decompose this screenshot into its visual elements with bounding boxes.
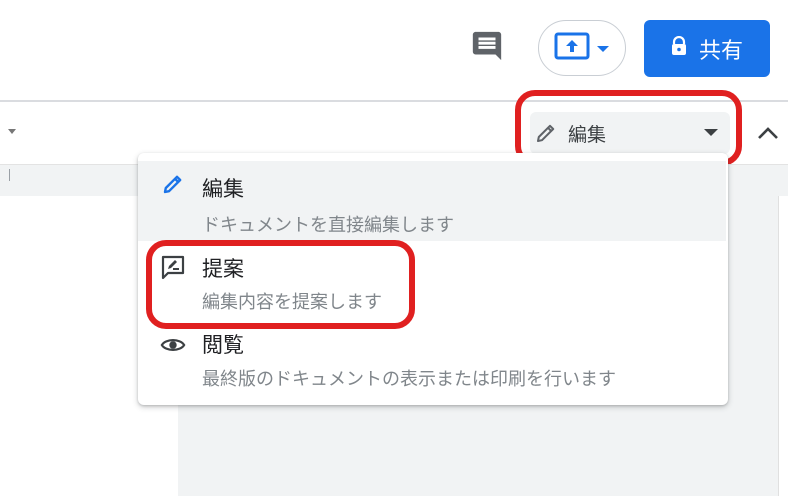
menu-item-title: 閲覧 [202, 333, 244, 357]
present-icon [554, 32, 590, 64]
present-button[interactable] [538, 20, 626, 76]
menu-item-description: 編集内容を提案します [202, 292, 382, 313]
collapse-menus-button[interactable] [754, 120, 782, 148]
suggest-icon [160, 254, 186, 280]
lock-icon [671, 35, 687, 62]
chevron-down-icon [704, 129, 718, 136]
comment-history-button[interactable] [466, 28, 508, 68]
editing-mode-select[interactable]: 編集 [530, 112, 730, 154]
menu-item-description: 最終版のドキュメントの表示または印刷を行います [202, 369, 616, 390]
header-divider [0, 100, 788, 102]
chevron-up-icon [757, 125, 779, 144]
menu-item-title: 提案 [202, 257, 244, 281]
menu-item-suggest[interactable]: 提案 編集内容を提案します [138, 241, 728, 319]
menu-item-view[interactable]: 閲覧 最終版のドキュメントの表示または印刷を行います [138, 319, 728, 399]
menu-item-edit[interactable]: 編集 ドキュメントを直接編集します [138, 161, 726, 241]
editing-mode-value: 編集 [568, 123, 607, 146]
toolbar-caret-icon[interactable] [8, 129, 16, 134]
comment-icon [470, 29, 504, 67]
chevron-down-icon [596, 39, 610, 58]
editing-mode-menu: 編集 ドキュメントを直接編集します 提案 編集内容を提案します 閲覧 最終版のド… [138, 153, 728, 405]
share-button[interactable]: 共有 [644, 20, 770, 77]
menu-item-title: 編集 [202, 177, 244, 201]
share-label: 共有 [698, 38, 743, 64]
pencil-icon [160, 171, 186, 197]
scrollbar-track[interactable] [778, 196, 788, 496]
pencil-icon [534, 121, 558, 145]
eye-icon [160, 332, 186, 358]
ruler-marker [9, 169, 10, 181]
menu-item-description: ドキュメントを直接編集します [202, 215, 454, 236]
